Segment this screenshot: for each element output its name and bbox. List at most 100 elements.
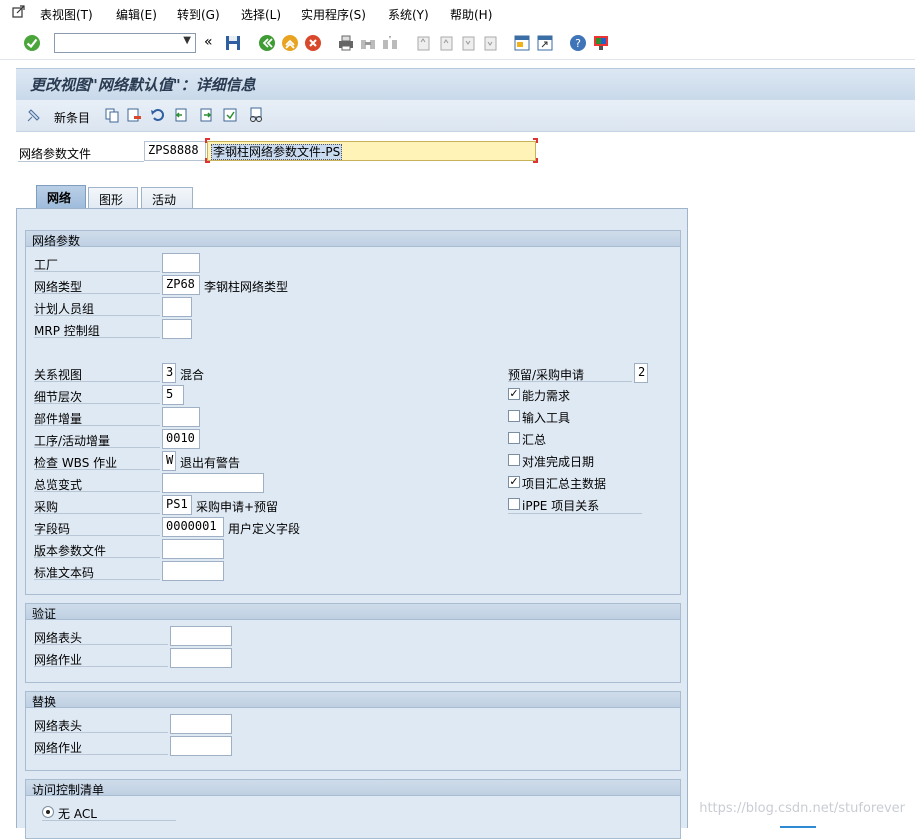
watermark: https://blog.csdn.net/stuforever (699, 801, 905, 816)
select-all-icon[interactable] (222, 107, 238, 123)
previous-page-icon[interactable] (437, 34, 455, 52)
command-field[interactable]: ▼ (54, 33, 196, 53)
network-type-input[interactable]: ZP68 (162, 275, 200, 295)
version-profile-input[interactable] (162, 539, 224, 559)
last-page-icon[interactable] (481, 34, 499, 52)
network-profile-description[interactable]: 李钢柱网络参数文件-PS (207, 141, 536, 161)
checkbox-label: 对准完成日期 (522, 455, 595, 469)
std-text-key-input[interactable] (162, 561, 224, 581)
label-underline (34, 579, 160, 580)
check-wbs-input[interactable]: W (162, 451, 176, 471)
mrp-group-input[interactable] (162, 319, 192, 339)
tab-network[interactable]: 网络 (36, 185, 86, 209)
part-increment-input[interactable] (162, 407, 200, 427)
field-key-input[interactable]: 0000001 (162, 517, 224, 537)
label-underline (34, 491, 160, 492)
checkbox-label: 输入工具 (522, 411, 571, 425)
validation-header-input[interactable] (170, 626, 232, 646)
focus-corner (205, 138, 210, 143)
checkbox[interactable] (508, 410, 520, 422)
find-next-icon[interactable] (381, 34, 399, 52)
checkbox[interactable] (508, 498, 520, 510)
glasses-icon[interactable] (248, 107, 264, 123)
next-entry-icon[interactable] (198, 107, 214, 123)
group-title: 访问控制清单 (26, 780, 680, 797)
checkbox-label: iPPE 项目关系 (522, 499, 600, 513)
plant-input[interactable] (162, 253, 200, 273)
group-acl: 访问控制清单 无 ACL (25, 779, 681, 839)
focus-corner (533, 158, 538, 163)
customize-layout-icon[interactable] (592, 34, 610, 52)
display-change-icon[interactable] (26, 107, 42, 123)
check-wbs-desc: 退出有警告 (180, 456, 241, 470)
next-page-icon[interactable] (459, 34, 477, 52)
save-icon[interactable] (224, 34, 242, 52)
field-key-desc: 用户定义字段 (228, 522, 301, 536)
label-underline (34, 381, 160, 382)
enter-check-icon[interactable] (23, 34, 41, 52)
tab-panel-network: 网络参数 工厂 网络类型 ZP68 李钢柱网络类型 计划人员组 MRP 控制组 … (16, 208, 688, 839)
find-icon[interactable] (359, 34, 377, 52)
tab-graphics[interactable]: 图形 (88, 187, 138, 209)
label-underline (34, 535, 160, 536)
menu-selection[interactable]: 选择(L) (241, 6, 281, 23)
checkbox-label: 项目汇总主数据 (522, 477, 607, 491)
create-session-icon[interactable] (513, 34, 531, 52)
print-icon[interactable] (337, 34, 355, 52)
planner-group-input[interactable] (162, 297, 192, 317)
menu-utilities[interactable]: 实用程序(S) (301, 6, 366, 23)
new-entries-button[interactable]: 新条目 (54, 109, 90, 126)
checkbox-label: 汇总 (522, 433, 547, 447)
label-underline (34, 513, 160, 514)
menu-help[interactable]: 帮助(H) (450, 6, 492, 23)
group-title: 替换 (26, 692, 680, 709)
shortcut-icon[interactable] (536, 34, 554, 52)
exit-icon[interactable] (281, 34, 299, 52)
operation-increment-input[interactable]: 0010 (162, 429, 200, 449)
cancel-icon[interactable] (304, 34, 322, 52)
standard-toolbar: ▼ « ? (0, 28, 915, 60)
previous-entry-icon[interactable] (173, 107, 189, 123)
checkbox[interactable]: ✓ (508, 476, 520, 488)
checkbox[interactable] (508, 454, 520, 466)
substitution-activity-input[interactable] (170, 736, 232, 756)
label-underline (34, 447, 160, 448)
system-menu-icon[interactable] (12, 5, 26, 19)
delete-icon[interactable] (126, 107, 142, 123)
network-profile-code[interactable]: ZPS8888 (144, 141, 206, 161)
checkbox[interactable] (508, 432, 520, 444)
undo-icon[interactable] (150, 107, 166, 123)
menu-system[interactable]: 系统(Y) (388, 6, 429, 23)
relationship-view-desc: 混合 (180, 368, 205, 382)
page-title: 更改视图"网络默认值"：详细信息 (30, 76, 256, 94)
overview-variant-input[interactable] (162, 473, 264, 493)
svg-text:?: ? (575, 37, 581, 50)
reservation-input[interactable]: 2 (634, 363, 648, 383)
menu-goto[interactable]: 转到(G) (177, 6, 220, 23)
menu-edit[interactable]: 编辑(E) (116, 6, 157, 23)
tab-activities[interactable]: 活动 (141, 187, 193, 209)
no-acl-radio[interactable] (42, 806, 54, 818)
label-underline (34, 337, 160, 338)
label-underline (34, 557, 160, 558)
purchasing-input[interactable]: PS1 (162, 495, 192, 515)
validation-activity-input[interactable] (170, 648, 232, 668)
label-underline (18, 161, 144, 162)
menu-table-view[interactable]: 表视图(T) (40, 6, 93, 23)
label-underline (42, 820, 176, 821)
relationship-view-input[interactable]: 3 (162, 363, 176, 383)
level-of-detail-input[interactable]: 5 (162, 385, 184, 405)
copy-icon[interactable] (104, 107, 120, 123)
substitution-header-input[interactable] (170, 714, 232, 734)
group-title: 网络参数 (26, 231, 680, 248)
title-bar: 更改视图"网络默认值"：详细信息 (16, 68, 915, 100)
label-underline (34, 469, 160, 470)
back-icon[interactable] (258, 34, 276, 52)
collapse-icon[interactable]: « (204, 34, 213, 50)
chevron-down-icon[interactable]: ▼ (183, 35, 191, 46)
label-underline (34, 754, 168, 755)
group-validation: 验证 网络表头 网络作业 (25, 603, 681, 683)
checkbox[interactable]: ✓ (508, 388, 520, 400)
first-page-icon[interactable] (414, 34, 432, 52)
help-icon[interactable]: ? (569, 34, 587, 52)
